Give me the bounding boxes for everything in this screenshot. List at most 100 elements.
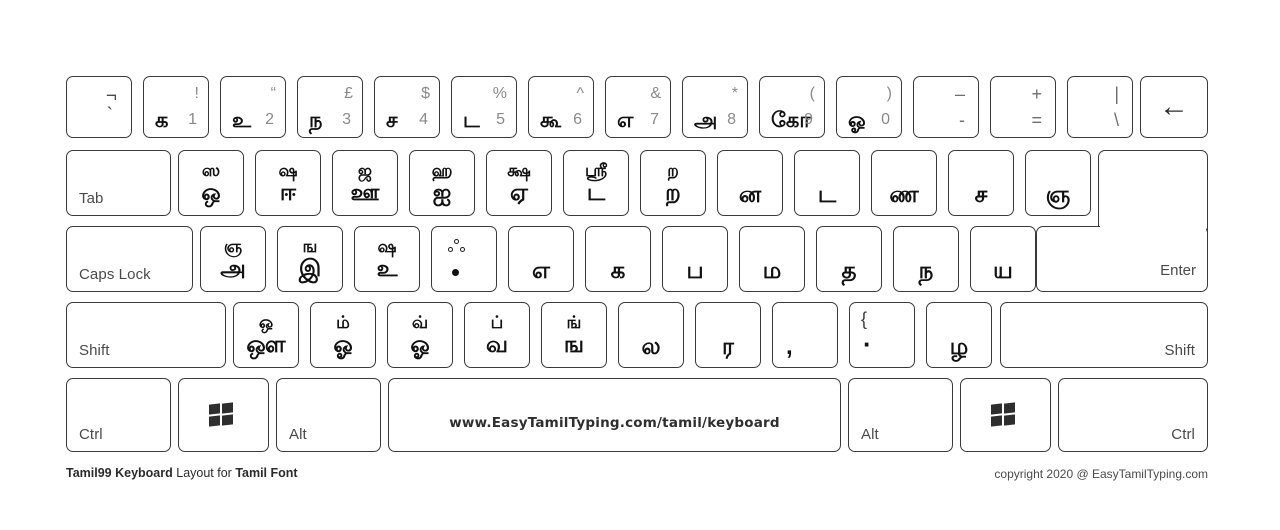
- key-f[interactable]: [431, 226, 497, 292]
- key-m[interactable]: ர: [695, 302, 761, 368]
- key-i[interactable]: ன: [717, 150, 783, 216]
- key-b-upper-glyph: ங்: [566, 312, 582, 332]
- key-alt-left[interactable]: Alt: [276, 378, 381, 452]
- key-j[interactable]: ப: [662, 226, 728, 292]
- spacebar-url-text: www.EasyTamilTyping.com/tamil/keyboard: [449, 415, 780, 431]
- key-y-lower-glyph: ட: [586, 179, 606, 206]
- key-backslash[interactable]: | \: [1067, 76, 1133, 138]
- key-l[interactable]: த: [816, 226, 882, 292]
- key-enter[interactable]: [1036, 226, 1208, 292]
- key-quote[interactable]: ய: [970, 226, 1036, 292]
- key-semicolon-glyphs: ந: [894, 227, 958, 291]
- key-period-glyph: ·: [863, 329, 872, 359]
- key-a[interactable]: ஞ அ: [200, 226, 266, 292]
- key-e[interactable]: ஜ ஊ: [332, 150, 398, 216]
- key-minus-glyph: -: [959, 110, 965, 130]
- key-y[interactable]: ஶ்ரீ ட: [563, 150, 629, 216]
- key-n[interactable]: ல: [618, 302, 684, 368]
- key-i-glyphs: ன: [718, 151, 782, 215]
- key-shift-right-label: Shift: [1164, 342, 1195, 359]
- key-shift-left-label: Shift: [79, 342, 110, 359]
- key-enter-upper-part[interactable]: [1098, 150, 1208, 234]
- key-semicolon[interactable]: ந: [893, 226, 959, 292]
- key-digit3-digit: 3: [342, 111, 351, 128]
- key-digit2[interactable]: “ உ 2: [220, 76, 286, 138]
- key-bracketright-lower-glyph: ஞ: [1045, 181, 1071, 207]
- key-shift-left[interactable]: Shift: [66, 302, 226, 368]
- backquote-bottom-glyph: `: [106, 105, 113, 126]
- key-x[interactable]: ம் ஓ: [310, 302, 376, 368]
- key-ctrl-right[interactable]: Ctrl: [1058, 378, 1208, 452]
- key-digit8[interactable]: * அ 8: [682, 76, 748, 138]
- key-digit2-digit: 2: [265, 111, 274, 128]
- key-windows-right[interactable]: [960, 378, 1051, 452]
- key-equal[interactable]: + =: [990, 76, 1056, 138]
- key-w[interactable]: ஷ ஈ: [255, 150, 321, 216]
- key-z[interactable]: ஒ ஔ: [233, 302, 299, 368]
- key-digit3[interactable]: £ ந 3: [297, 76, 363, 138]
- key-z-upper-glyph: ஒ: [258, 312, 274, 332]
- tamil99-keyboard-layout: ¬ ` ! க 1 “ உ 2 £ ந 3 $ ச 4 % ட 5 ^ கூ 6…: [0, 0, 1280, 530]
- key-u[interactable]: ற ற: [640, 150, 706, 216]
- key-x-glyphs: ம் ஓ: [311, 303, 375, 367]
- key-digit7-tamil-glyph: எ: [617, 109, 634, 132]
- key-b[interactable]: ங் ங: [541, 302, 607, 368]
- key-digit9[interactable]: ( கோ 9: [759, 76, 825, 138]
- key-digit4-digit: 4: [419, 111, 428, 128]
- key-q-lower-glyph: ஒ: [201, 179, 221, 206]
- key-a-upper-glyph: ஞ: [223, 236, 243, 256]
- key-digit0[interactable]: ) ஓ 0: [836, 76, 902, 138]
- key-s[interactable]: ங இ: [277, 226, 343, 292]
- key-digit2-tamil-glyph: உ: [232, 109, 252, 132]
- key-digit5-shift-glyph: %: [492, 85, 507, 102]
- key-v-lower-glyph: வ: [485, 331, 508, 358]
- key-minus[interactable]: – -: [913, 76, 979, 138]
- key-digit6[interactable]: ^ கூ 6: [528, 76, 594, 138]
- key-backspace[interactable]: ←: [1140, 76, 1208, 138]
- key-comma[interactable]: ,: [772, 302, 838, 368]
- key-digit4[interactable]: $ ச 4: [374, 76, 440, 138]
- key-v[interactable]: ப் வ: [464, 302, 530, 368]
- key-ctrl-left[interactable]: Ctrl: [66, 378, 171, 452]
- key-t[interactable]: க்ஷ ஏ: [486, 150, 552, 216]
- key-quote-lower-glyph: ய: [993, 257, 1013, 283]
- footer-caption-normal: Layout for: [172, 466, 236, 480]
- key-digit6-shift-glyph: ^: [576, 85, 584, 102]
- key-minus-shift-glyph: –: [954, 84, 965, 104]
- key-c[interactable]: வ் ஓ: [387, 302, 453, 368]
- key-l-lower-glyph: த: [841, 257, 857, 283]
- key-n-glyphs: ல: [619, 303, 683, 367]
- key-digit7[interactable]: & எ 7: [605, 76, 671, 138]
- key-h-glyphs: க: [586, 227, 650, 291]
- key-digit7-digit: 7: [650, 111, 659, 128]
- key-digit5-tamil-glyph: ட: [463, 109, 480, 132]
- key-period[interactable]: { ·: [849, 302, 915, 368]
- key-w-lower-glyph: ஈ: [279, 179, 297, 206]
- key-digit5[interactable]: % ட 5: [451, 76, 517, 138]
- key-tab[interactable]: Tab: [66, 150, 171, 216]
- key-g[interactable]: எ: [508, 226, 574, 292]
- key-digit0-digit: 0: [881, 111, 890, 128]
- key-windows-left[interactable]: [178, 378, 269, 452]
- key-q[interactable]: ஸ ஒ: [178, 150, 244, 216]
- key-t-lower-glyph: ஏ: [510, 179, 528, 206]
- key-o[interactable]: ட: [794, 150, 860, 216]
- footer-caption-bold-2: Tamil Font: [235, 466, 298, 480]
- key-backquote[interactable]: ¬ `: [66, 76, 132, 138]
- key-p[interactable]: ண: [871, 150, 937, 216]
- key-bracketright[interactable]: ஞ: [1025, 150, 1091, 216]
- key-h[interactable]: க: [585, 226, 651, 292]
- key-capslock[interactable]: Caps Lock: [66, 226, 193, 292]
- aytham-icon: [448, 239, 478, 261]
- key-digit3-tamil-glyph: ந: [309, 109, 323, 132]
- key-d[interactable]: ஷ உ: [354, 226, 420, 292]
- key-k[interactable]: ம: [739, 226, 805, 292]
- key-slash[interactable]: ழ: [926, 302, 992, 368]
- key-digit1-shift-glyph: !: [194, 85, 199, 102]
- key-digit1[interactable]: ! க 1: [143, 76, 209, 138]
- key-space[interactable]: www.EasyTamilTyping.com/tamil/keyboard: [388, 378, 841, 452]
- key-alt-right[interactable]: Alt: [848, 378, 953, 452]
- key-bracketleft[interactable]: ச: [948, 150, 1014, 216]
- key-shift-right[interactable]: Shift: [1000, 302, 1208, 368]
- key-r[interactable]: ஹ ஐ: [409, 150, 475, 216]
